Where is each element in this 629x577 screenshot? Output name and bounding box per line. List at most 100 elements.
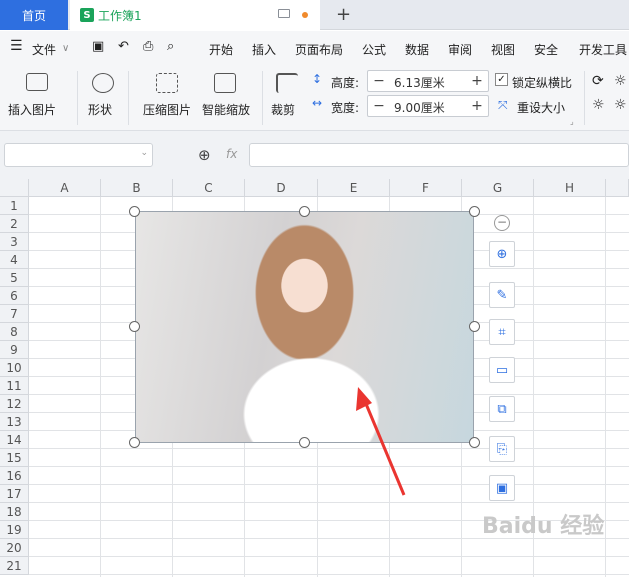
menu-item-page-layout[interactable]: 页面布局 — [295, 41, 343, 58]
print-icon[interactable]: ⎙ — [143, 39, 153, 54]
row-header-3[interactable]: 3 — [0, 233, 29, 251]
row-header-10[interactable]: 10 — [0, 359, 29, 377]
formula-input[interactable] — [249, 143, 629, 167]
grid-row-line — [29, 556, 629, 557]
width-input[interactable]: − 9.00厘米 + — [367, 95, 489, 117]
resize-handle[interactable] — [469, 321, 480, 332]
width-icon: ↔ — [312, 96, 323, 110]
row-header-2[interactable]: 2 — [0, 215, 29, 233]
compress-picture-button[interactable]: 压缩图片 — [143, 101, 191, 118]
column-header-d[interactable]: D — [245, 179, 318, 197]
menu-item-review[interactable]: 审阅 — [448, 41, 472, 58]
column-header-h[interactable]: H — [534, 179, 606, 197]
menu-item-developer[interactable]: 开发工具 — [579, 41, 627, 58]
crop-tool-icon[interactable] — [276, 73, 298, 93]
shape-icon[interactable] — [92, 73, 114, 93]
column-header-e[interactable]: E — [318, 179, 390, 197]
row-header-9[interactable]: 9 — [0, 341, 29, 359]
column-header-a[interactable]: A — [29, 179, 101, 197]
replace-image-icon[interactable]: ▣ — [489, 475, 515, 501]
row-header-20[interactable]: 20 — [0, 539, 29, 557]
insert-picture-icon[interactable] — [26, 73, 48, 91]
reset-size-button[interactable]: 重设大小 — [517, 99, 565, 116]
row-header-12[interactable]: 12 — [0, 395, 29, 413]
row-header-7[interactable]: 7 — [0, 305, 29, 323]
row-header-21[interactable]: 21 — [0, 557, 29, 575]
menu-bar: ☰ 文件 ∨ ▣ ↶ ⎙ ⌕ 开始 插入 页面布局 公式 数据 审阅 视图 安全… — [0, 31, 629, 65]
row-header-6[interactable]: 6 — [0, 287, 29, 305]
row-header-1[interactable]: 1 — [0, 197, 29, 215]
row-header-15[interactable]: 15 — [0, 449, 29, 467]
collapse-toolbar-icon[interactable]: − — [494, 215, 510, 231]
height-decrease-button[interactable]: − — [368, 71, 390, 91]
zoom-in-icon[interactable]: ⊕ — [489, 241, 515, 267]
menu-item-view[interactable]: 视图 — [491, 41, 515, 58]
lock-ratio-checkbox[interactable]: ✓ — [495, 73, 508, 86]
color-icon[interactable]: ☼ — [614, 97, 627, 113]
row-header-14[interactable]: 14 — [0, 431, 29, 449]
column-header-c[interactable]: C — [173, 179, 245, 197]
chevron-down-icon[interactable]: ∨ — [62, 43, 69, 54]
print-preview-icon[interactable]: ⌕ — [167, 39, 174, 54]
save-icon[interactable]: ▣ — [92, 39, 104, 54]
fx-icon[interactable]: fx — [226, 147, 237, 161]
resize-handle[interactable] — [129, 437, 140, 448]
export-image-icon[interactable]: ⎘ — [489, 436, 515, 462]
name-box[interactable]: ⌄ — [4, 143, 153, 167]
width-decrease-button[interactable]: − — [368, 96, 390, 116]
crop-button[interactable]: 裁剪 — [271, 101, 295, 118]
resize-handle[interactable] — [469, 206, 480, 217]
convert-image-icon[interactable]: ⧉ — [489, 396, 515, 422]
edit-image-icon[interactable]: ✎ — [489, 282, 515, 308]
menu-item-start[interactable]: 开始 — [209, 41, 233, 58]
row-header-13[interactable]: 13 — [0, 413, 29, 431]
column-header-f[interactable]: F — [390, 179, 462, 197]
new-tab-plus-icon[interactable]: + — [336, 4, 351, 25]
insert-picture-button[interactable]: 插入图片 — [8, 101, 56, 118]
smart-zoom-icon[interactable] — [214, 73, 236, 93]
group-expand-icon[interactable]: ⌟ — [570, 117, 574, 126]
crop-icon[interactable]: ⌗ — [489, 319, 515, 345]
menu-item-security[interactable]: 安全 — [534, 41, 558, 58]
row-header-17[interactable]: 17 — [0, 485, 29, 503]
ribbon-divider — [584, 71, 585, 125]
height-input[interactable]: − 6.13厘米 + — [367, 70, 489, 92]
brightness-icon[interactable]: ☼ — [614, 73, 627, 89]
resize-handle[interactable] — [129, 206, 140, 217]
shape-button[interactable]: 形状 — [88, 101, 112, 118]
height-increase-button[interactable]: + — [466, 71, 488, 91]
hamburger-icon[interactable]: ☰ — [10, 38, 23, 54]
smart-zoom-button[interactable]: 智能缩放 — [202, 101, 250, 118]
width-increase-button[interactable]: + — [466, 96, 488, 116]
row-header-18[interactable]: 18 — [0, 503, 29, 521]
tab-home[interactable]: 首页 — [0, 0, 68, 30]
fit-image-icon[interactable]: ▭ — [489, 357, 515, 383]
contrast-icon[interactable]: ☼ — [592, 97, 605, 113]
column-header-g[interactable]: G — [462, 179, 534, 197]
menu-item-formula[interactable]: 公式 — [362, 41, 386, 58]
row-header-4[interactable]: 4 — [0, 251, 29, 269]
column-header-b[interactable]: B — [101, 179, 173, 197]
row-header-19[interactable]: 19 — [0, 521, 29, 539]
chevron-down-icon[interactable]: ⌄ — [140, 148, 148, 158]
undo-icon[interactable]: ↶ — [118, 39, 129, 54]
grid-row-line — [29, 574, 629, 575]
row-header-8[interactable]: 8 — [0, 323, 29, 341]
row-header-16[interactable]: 16 — [0, 467, 29, 485]
select-all-corner[interactable] — [0, 179, 29, 197]
menu-file[interactable]: 文件 — [32, 41, 56, 58]
resize-handle[interactable] — [299, 206, 310, 217]
resize-handle[interactable] — [469, 437, 480, 448]
row-header-11[interactable]: 11 — [0, 377, 29, 395]
menu-item-data[interactable]: 数据 — [405, 41, 429, 58]
column-header-next[interactable] — [606, 179, 629, 197]
compress-picture-icon[interactable] — [156, 73, 178, 93]
rotate-icon[interactable]: ⟳ — [592, 73, 604, 89]
monitor-icon[interactable] — [278, 9, 290, 18]
zoom-formula-icon[interactable]: ⊕ — [198, 146, 211, 164]
resize-handle[interactable] — [299, 437, 310, 448]
resize-handle[interactable] — [129, 321, 140, 332]
inserted-picture[interactable] — [135, 211, 474, 443]
row-header-5[interactable]: 5 — [0, 269, 29, 287]
menu-item-insert[interactable]: 插入 — [252, 41, 276, 58]
